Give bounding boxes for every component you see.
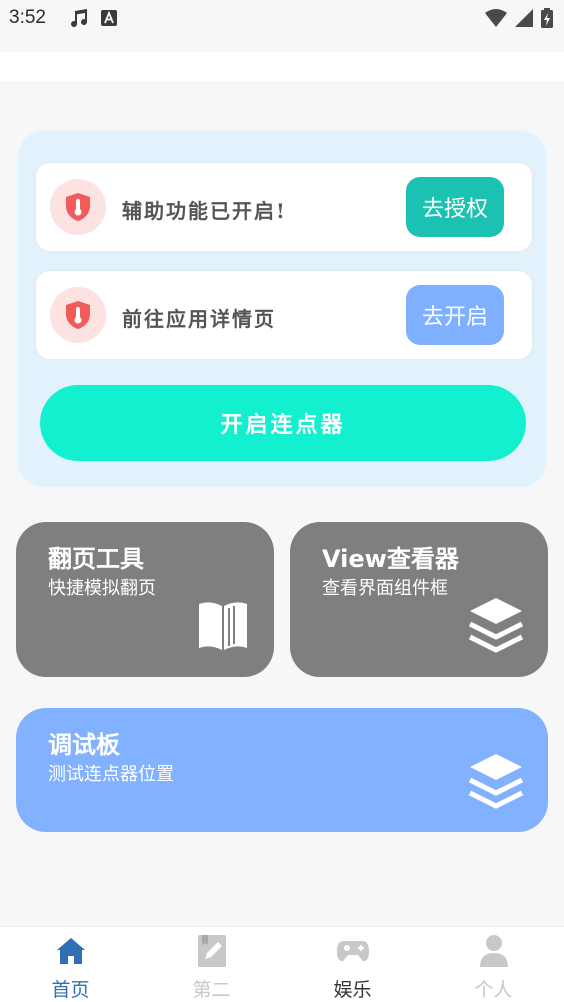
nav-item-entertainment[interactable]: 娱乐: [282, 927, 423, 1002]
tile-subtitle: 快捷模拟翻页: [48, 578, 156, 599]
status-right-icons: [484, 7, 554, 33]
app-details-row: 前往应用详情页 去开启: [34, 269, 534, 361]
a-box-icon: [100, 9, 118, 31]
authorize-button[interactable]: 去授权: [406, 177, 504, 237]
tile-title: 翻页工具: [48, 545, 144, 573]
bottom-nav: 首页 第二 娱乐 个人: [0, 926, 564, 1002]
top-strip: [0, 52, 564, 81]
shield-thermometer-icon: [50, 179, 106, 235]
accessibility-status-row: 辅助功能已开启! 去授权: [34, 161, 534, 253]
status-bar: 3:52: [0, 0, 564, 40]
nav-label: 娱乐: [333, 979, 372, 1001]
debug-board-tile[interactable]: 调试板 测试连点器位置: [16, 708, 548, 832]
book-icon: [196, 598, 250, 656]
gamepad-icon: [335, 933, 371, 969]
signal-icon: [514, 8, 534, 32]
battery-icon: [540, 7, 554, 33]
view-inspector-tile[interactable]: View查看器 查看界面组件框: [290, 522, 548, 677]
nav-label: 首页: [51, 979, 90, 1001]
nav-item-second[interactable]: 第二: [141, 927, 282, 1002]
accessibility-status-label: 辅助功能已开启!: [122, 199, 287, 223]
layers-icon: [466, 594, 526, 660]
nav-item-profile[interactable]: 个人: [423, 927, 564, 1002]
status-time: 3:52: [9, 7, 46, 28]
start-clicker-button[interactable]: 开启连点器: [40, 385, 526, 461]
status-left-icons: [68, 7, 118, 33]
enable-button[interactable]: 去开启: [406, 285, 504, 345]
page-turn-tool-tile[interactable]: 翻页工具 快捷模拟翻页: [16, 522, 274, 677]
home-icon: [53, 933, 89, 969]
app-details-label: 前往应用详情页: [122, 307, 276, 331]
tile-title: 调试板: [48, 731, 120, 759]
nav-label: 第二: [192, 979, 231, 1001]
music-note-icon: [68, 7, 90, 33]
edit-note-icon: [194, 933, 230, 969]
wifi-icon: [484, 8, 508, 32]
layers-icon: [466, 750, 526, 816]
person-icon: [476, 933, 512, 969]
tile-subtitle: 查看界面组件框: [322, 578, 448, 599]
tile-title: View查看器: [322, 545, 459, 573]
accessibility-panel: 辅助功能已开启! 去授权 前往应用详情页 去开启 开启连点器: [16, 129, 548, 489]
nav-label: 个人: [474, 979, 513, 1001]
tile-subtitle: 测试连点器位置: [48, 764, 174, 785]
nav-item-home[interactable]: 首页: [0, 927, 141, 1002]
shield-thermometer-icon: [50, 287, 106, 343]
